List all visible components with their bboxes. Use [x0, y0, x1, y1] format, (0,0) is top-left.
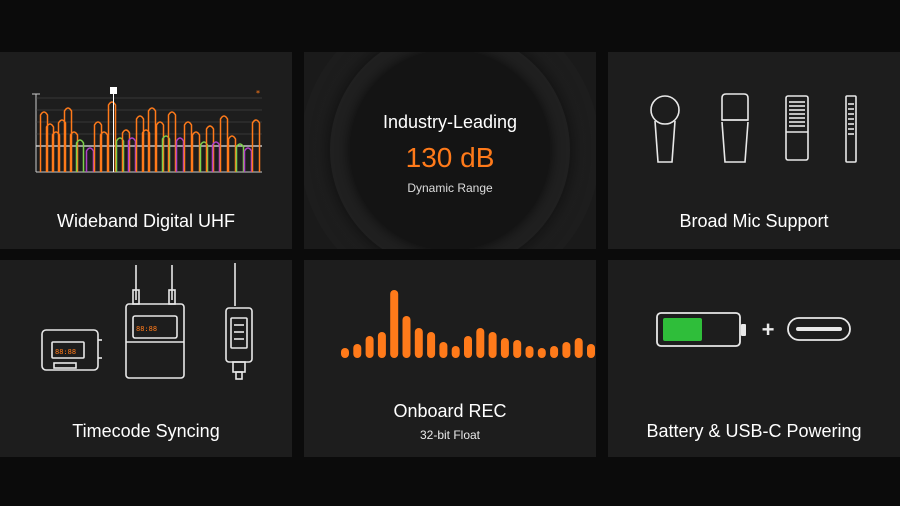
- waveform-bar: [574, 338, 583, 358]
- tile-sublabel: 32-bit Float: [419, 428, 481, 442]
- tile-timecode: 88:88 88:88 Timecode Syncing: [0, 260, 292, 457]
- spectrum-peak: [183, 121, 193, 172]
- range-heading: Industry-Leading: [382, 112, 518, 132]
- waveform-bar: [464, 336, 472, 358]
- spectrum-peak: [191, 131, 201, 172]
- tile-mic-support: Broad Mic Support: [608, 52, 900, 249]
- tile-label: Battery & USB-C Powering: [646, 421, 862, 441]
- tile-onboard-rec: Onboard REC 32-bit Float: [304, 260, 596, 457]
- svg-text:88:88: 88:88: [136, 325, 157, 333]
- tile-label: Timecode Syncing: [72, 421, 220, 441]
- tile-label: Broad Mic Support: [679, 211, 829, 231]
- spectrum-peak: [227, 135, 237, 172]
- microphone-round-icon: [650, 95, 680, 163]
- waveform-bar: [341, 348, 349, 358]
- spectrum-peak: [85, 147, 95, 172]
- range-caption: Dynamic Range: [407, 181, 493, 195]
- waveform-bar: [390, 290, 399, 358]
- bodypack-icon: [225, 263, 253, 380]
- receiver-icon: 88:88: [125, 265, 185, 379]
- microphone-grill-icon: [785, 95, 809, 161]
- waveform-bar: [500, 338, 509, 358]
- tile-battery-usbc: + Battery & USB-C Powering: [608, 260, 900, 457]
- waveform-bar: [365, 336, 374, 358]
- tile-label: Wideband Digital UHF: [56, 211, 236, 231]
- spectrum-peak: [219, 115, 229, 172]
- waveform-bar: [451, 346, 460, 358]
- waveform-bar: [427, 332, 436, 358]
- range-value: 130 dB: [405, 142, 495, 173]
- waveform-bar: [377, 332, 386, 358]
- waveform-bar: [414, 328, 423, 358]
- spectrum-peak: [175, 137, 185, 172]
- waveform-bar: [562, 342, 571, 358]
- plus-sign: +: [761, 317, 775, 342]
- svg-text:*: *: [256, 89, 260, 98]
- microphone-shotgun-icon: [845, 95, 857, 163]
- timecode-box-icon: 88:88: [41, 329, 102, 371]
- spectrum-peak: [107, 101, 117, 172]
- svg-text:88:88: 88:88: [55, 348, 76, 356]
- spectrum-peak: [235, 143, 245, 172]
- waveform-bar: [402, 316, 411, 358]
- waveform-bar: [439, 342, 448, 358]
- microphone-capsule-icon: [721, 93, 749, 163]
- waveform-bar: [476, 328, 485, 358]
- waveform-bar: [525, 346, 534, 358]
- waveform-bar: [587, 344, 595, 358]
- waveform-bar: [353, 344, 362, 358]
- tile-label: Onboard REC: [393, 401, 507, 421]
- tile-dynamic-range: Industry-Leading 130 dB Dynamic Range: [304, 52, 596, 249]
- waveform-bar: [488, 332, 497, 358]
- tile-wideband-uhf: * Wideband Digital UHF: [0, 52, 292, 249]
- waveform-bar: [537, 348, 546, 358]
- waveform-bar: [513, 340, 522, 358]
- spectrum-peak: [243, 147, 253, 172]
- waveform-bar: [550, 346, 559, 358]
